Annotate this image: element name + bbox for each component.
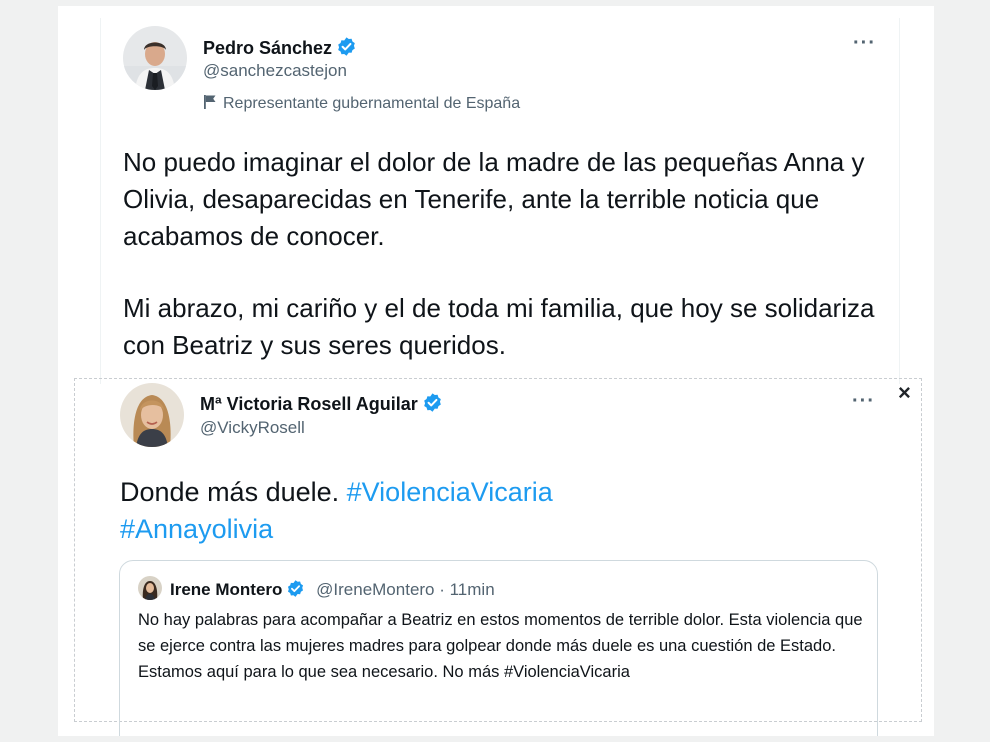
more-options-icon[interactable]: ··· (853, 32, 876, 55)
close-icon[interactable]: × (898, 380, 911, 406)
quoted-tweet[interactable]: Irene Montero @IreneMontero · 11min No h… (119, 560, 878, 736)
avatar-irene-image (138, 576, 162, 600)
more-options-icon[interactable]: ··· (852, 390, 875, 413)
tweet-second-plain-text: Donde más duele. (120, 477, 347, 507)
tweet-second-text: Donde más duele. #ViolenciaVicaria #Anna… (120, 474, 860, 548)
avatar-victoria-rosell[interactable] (120, 383, 184, 447)
author-name[interactable]: Mª Victoria Rosell Aguilar (200, 392, 443, 418)
quoted-tweet-text: No hay palabras para acompañar a Beatriz… (138, 611, 863, 681)
hashtag-link[interactable]: #ViolenciaVicaria (347, 477, 553, 507)
hashtag-link[interactable]: #Annayolivia (120, 514, 273, 544)
author-name[interactable]: Pedro Sánchez (203, 36, 357, 62)
flag-icon (203, 94, 217, 115)
avatar-irene-montero[interactable] (138, 576, 162, 600)
verified-badge-icon (336, 36, 357, 62)
verified-badge-icon (286, 579, 305, 603)
screenshot-card: Pedro Sánchez @sanchezcastejon ··· Repre… (58, 6, 934, 736)
avatar-pedro-image (123, 26, 187, 90)
author-name-text[interactable]: Pedro Sánchez (203, 38, 332, 58)
tweet-main-paragraph-2: Mi abrazo, mi cariño y el de toda mi fam… (123, 293, 875, 360)
quoted-author-name[interactable]: Irene Montero (170, 580, 282, 599)
tweet-main-paragraph-1: No puedo imaginar el dolor de la madre d… (123, 147, 865, 251)
tweet-main[interactable]: Pedro Sánchez @sanchezcastejon ··· Repre… (100, 18, 900, 384)
government-label-text: Representante gubernamental de España (223, 95, 521, 112)
author-name-text[interactable]: Mª Victoria Rosell Aguilar (200, 394, 418, 414)
quoted-author-line: Irene Montero @IreneMontero · 11min (170, 579, 495, 603)
author-handle[interactable]: @sanchezcastejon (203, 61, 347, 81)
government-label: Representante gubernamental de España (203, 94, 520, 115)
avatar-victoria-image (120, 383, 184, 447)
verified-badge-icon (422, 392, 443, 418)
avatar-pedro-sanchez[interactable] (123, 26, 187, 90)
quoted-handle-time[interactable]: @IreneMontero · 11min (316, 580, 495, 599)
author-handle[interactable]: @VickyRosell (200, 418, 305, 438)
